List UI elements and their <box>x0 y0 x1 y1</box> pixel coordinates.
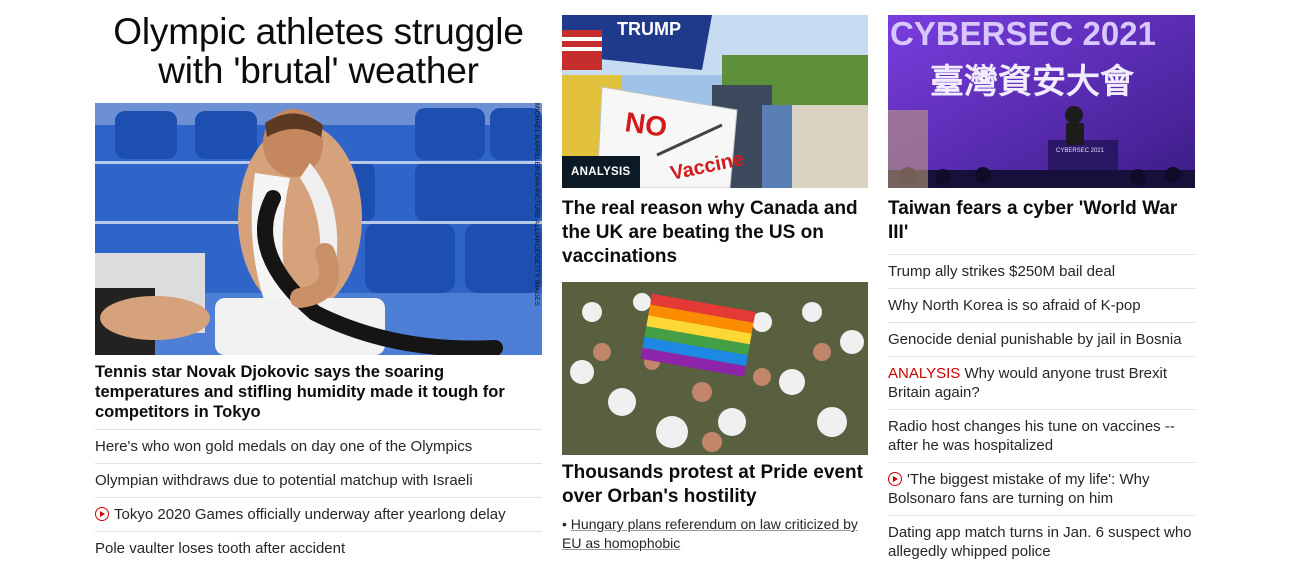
list-item[interactable]: Tokyo 2020 Games officially underway aft… <box>95 497 542 531</box>
link-text[interactable]: Dating app match turns in Jan. 6 suspect… <box>888 524 1192 560</box>
link-text[interactable]: Radio host changes his tune on vaccines … <box>888 418 1175 454</box>
vaccine-headline[interactable]: The real reason why Canada and the UK ar… <box>562 197 868 269</box>
list-item[interactable]: Radio host changes his tune on vaccines … <box>888 409 1195 462</box>
link-text[interactable]: 'The biggest mistake of my life': Why Bo… <box>888 471 1149 507</box>
link-text[interactable]: Pole vaulter loses tooth after accident <box>95 540 345 557</box>
play-icon <box>888 472 902 486</box>
pride-sublink[interactable]: • Hungary plans referendum on law critic… <box>562 515 868 553</box>
link-text[interactable]: Trump ally strikes $250M bail deal <box>888 263 1115 280</box>
svg-text:CYBERSEC 2021: CYBERSEC 2021 <box>890 15 1156 52</box>
link-text[interactable]: Here's who won gold medals on day one of… <box>95 438 472 455</box>
list-item[interactable]: Here's who won gold medals on day one of… <box>95 429 542 463</box>
list-item[interactable]: 'The biggest mistake of my life': Why Bo… <box>888 462 1195 515</box>
play-icon <box>95 507 109 521</box>
vaccine-protest-photo[interactable]: TRUMP NO Vaccine ANALYSIS <box>562 15 868 188</box>
link-text[interactable]: Why North Korea is so afraid of K-pop <box>888 297 1141 314</box>
pride-headline[interactable]: Thousands protest at Pride event over Or… <box>562 461 868 509</box>
pride-protest-photo[interactable] <box>562 282 868 455</box>
svg-text:CYBERSEC 2021: CYBERSEC 2021 <box>1056 148 1105 154</box>
djokovic-photo-illustration <box>95 103 542 355</box>
lead-related-links: Here's who won gold medals on day one of… <box>95 429 542 565</box>
lead-story: Olympic athletes struggle with 'brutal' … <box>95 12 542 557</box>
analysis-tag: ANALYSIS <box>888 365 961 382</box>
right-related-links: Trump ally strikes $250M bail deal Why N… <box>888 254 1195 568</box>
photo-credit: MICHAEL KAPPELER/DPA/PICTURE ALLIANCE/GE… <box>533 103 540 307</box>
list-item[interactable]: Trump ally strikes $250M bail deal <box>888 254 1195 288</box>
lead-photo[interactable]: MICHAEL KAPPELER/DPA/PICTURE ALLIANCE/GE… <box>95 103 542 355</box>
analysis-badge: ANALYSIS <box>562 156 640 188</box>
list-item[interactable]: Dating app match turns in Jan. 6 suspect… <box>888 515 1195 568</box>
lead-caption[interactable]: Tennis star Novak Djokovic says the soar… <box>95 362 542 422</box>
list-item[interactable]: ANALYSIS Why would anyone trust Brexit B… <box>888 356 1195 409</box>
sublink-text[interactable]: Hungary plans referendum on law criticiz… <box>562 516 858 551</box>
link-text[interactable]: Tokyo 2020 Games officially underway aft… <box>114 506 506 523</box>
cybersec-photo[interactable]: CYBERSEC 2021 臺灣資安大會 CYBERSEC 2021 <box>888 15 1195 188</box>
list-item[interactable]: Pole vaulter loses tooth after accident <box>95 531 542 565</box>
lead-headline[interactable]: Olympic athletes struggle with 'brutal' … <box>95 12 542 90</box>
list-item[interactable]: Why North Korea is so afraid of K-pop <box>888 288 1195 322</box>
svg-text:TRUMP: TRUMP <box>617 19 681 39</box>
taiwan-headline[interactable]: Taiwan fears a cyber 'World War III' <box>888 197 1195 245</box>
link-text[interactable]: Olympian withdraws due to potential matc… <box>95 472 473 489</box>
svg-text:臺灣資安大會: 臺灣資安大會 <box>930 62 1135 102</box>
cybersec-stage-illustration: CYBERSEC 2021 臺灣資安大會 CYBERSEC 2021 <box>888 15 1195 188</box>
pride-crowd-illustration <box>562 282 868 455</box>
list-item[interactable]: Genocide denial punishable by jail in Bo… <box>888 322 1195 356</box>
link-text[interactable]: Genocide denial punishable by jail in Bo… <box>888 331 1182 348</box>
list-item[interactable]: Olympian withdraws due to potential matc… <box>95 463 542 497</box>
right-stories: CYBERSEC 2021 臺灣資安大會 CYBERSEC 2021 Taiwa… <box>888 15 1195 568</box>
svg-text:NO: NO <box>623 106 669 143</box>
middle-stories: TRUMP NO Vaccine ANALYSIS The real reaso… <box>562 15 868 551</box>
